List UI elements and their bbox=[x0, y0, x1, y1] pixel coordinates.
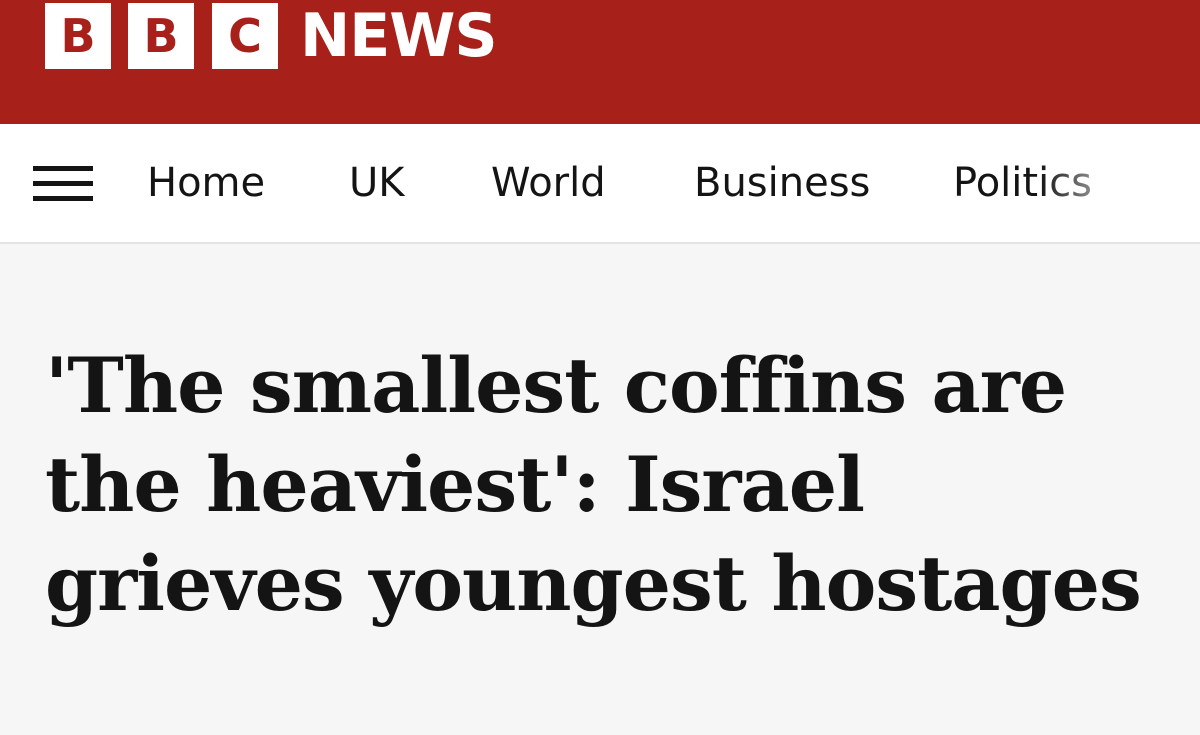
masthead: B B C NEWS bbox=[0, 0, 1200, 124]
article-headline: 'The smallest coffins are the heaviest':… bbox=[45, 341, 1142, 628]
hamburger-menu-icon[interactable] bbox=[33, 166, 93, 206]
nav-item-world[interactable]: World bbox=[491, 158, 606, 208]
bbc-logo-letter-c: C bbox=[212, 3, 278, 69]
bbc-logo-letter-b2: B bbox=[128, 3, 194, 69]
news-wordmark: NEWS bbox=[300, 1, 498, 71]
nav-item-business[interactable]: Business bbox=[694, 158, 870, 208]
nav-item-uk[interactable]: UK bbox=[349, 158, 405, 208]
navigation-bar: Home UK World Business Politics bbox=[0, 124, 1200, 244]
nav-item-politics[interactable]: Politics bbox=[953, 158, 1092, 208]
nav-item-home[interactable]: Home bbox=[147, 158, 265, 208]
bbc-logo-letter-b1: B bbox=[45, 3, 111, 69]
